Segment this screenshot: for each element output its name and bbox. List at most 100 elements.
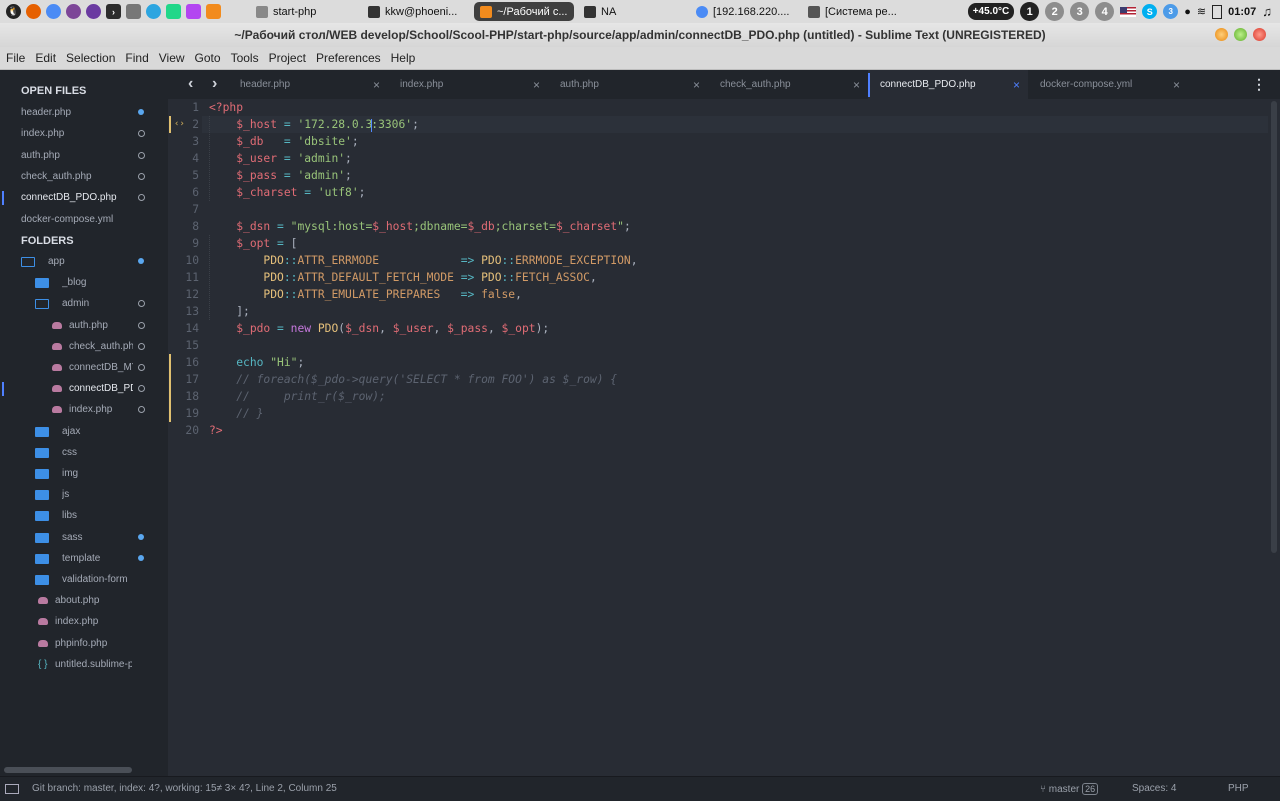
- tab-close-icon[interactable]: ×: [853, 78, 860, 92]
- tab-auth-php[interactable]: auth.php ×: [548, 70, 708, 99]
- tree-item-libs[interactable]: libs: [0, 507, 168, 525]
- tree-item-phpinfo-php[interactable]: phpinfo.php: [0, 635, 168, 653]
- tab-close-icon[interactable]: ×: [373, 78, 380, 92]
- menu-project[interactable]: Project: [264, 51, 311, 65]
- tree-item-blog[interactable]: _blog: [0, 274, 168, 292]
- tree-item-untitled-sublime-project[interactable]: { } untitled.sublime-project: [0, 656, 168, 674]
- open-file-header-php[interactable]: header.php: [0, 104, 168, 122]
- code-line: $_pdo = new PDO($_dsn, $_user, $_pass, $…: [209, 320, 549, 337]
- tree-item-css[interactable]: css: [0, 444, 168, 462]
- tab-index-php[interactable]: index.php ×: [388, 70, 548, 99]
- menu-edit[interactable]: Edit: [30, 51, 61, 65]
- workspace-3[interactable]: 3: [1070, 2, 1090, 21]
- line-number: 14: [185, 322, 199, 335]
- workspace-1[interactable]: 1: [1020, 2, 1040, 21]
- tree-item-index-php[interactable]: index.php: [0, 401, 168, 419]
- syntax-status[interactable]: PHP: [1228, 783, 1249, 794]
- chrome-icon[interactable]: [46, 4, 61, 19]
- open-file-label: index.php: [21, 128, 65, 140]
- task-browser[interactable]: [192.168.220....: [690, 2, 798, 21]
- player-icon[interactable]: [86, 4, 101, 19]
- notification-icon[interactable]: 3: [1163, 4, 1179, 19]
- open-file-connectdb-pdo-php[interactable]: connectDB_PDO.php: [0, 189, 168, 207]
- tab-close-icon[interactable]: ×: [533, 78, 540, 92]
- indent-guide: [209, 235, 210, 320]
- minimize-button[interactable]: [1215, 28, 1228, 41]
- tree-item-admin[interactable]: admin: [0, 295, 168, 313]
- tab-check-auth-php[interactable]: check_auth.php ×: [708, 70, 868, 99]
- music-icon[interactable]: ♫: [1262, 4, 1272, 19]
- tab-close-icon[interactable]: ×: [1173, 78, 1180, 92]
- user-icon[interactable]: ●: [1184, 6, 1191, 18]
- tor-browser-icon[interactable]: [66, 4, 81, 19]
- open-file-docker-compose-yml[interactable]: docker-compose.yml: [0, 211, 168, 229]
- task-terminal[interactable]: kkw@phoeni...: [362, 2, 470, 21]
- open-file-check-auth-php[interactable]: check_auth.php: [0, 168, 168, 186]
- task-start-php[interactable]: start-php: [250, 2, 358, 21]
- task-na[interactable]: NA: [578, 2, 686, 21]
- tree-item-sass[interactable]: sass: [0, 529, 168, 547]
- tab-connectdb-pdo-php[interactable]: connectDB_PDO.php ×: [868, 70, 1028, 99]
- tab-next-arrow-icon[interactable]: ›: [212, 75, 217, 93]
- terminal-icon[interactable]: ›: [106, 4, 121, 19]
- task-system-monitor[interactable]: [Система ре...: [802, 2, 910, 21]
- tab-docker-compose-yml[interactable]: docker-compose.yml ×: [1028, 70, 1188, 99]
- phpstorm-icon[interactable]: [186, 4, 201, 19]
- open-file-index-php[interactable]: index.php: [0, 125, 168, 143]
- tree-item-check-auth-php[interactable]: check_auth.php: [0, 338, 168, 356]
- tree-item-ajax[interactable]: ajax: [0, 423, 168, 441]
- wifi-icon[interactable]: ≋: [1197, 5, 1206, 18]
- tab-overflow-menu-icon[interactable]: ⋮: [1252, 76, 1266, 93]
- telegram-icon[interactable]: [146, 4, 161, 19]
- menu-view[interactable]: View: [154, 51, 190, 65]
- pycharm-icon[interactable]: [166, 4, 181, 19]
- menu-selection[interactable]: Selection: [61, 51, 120, 65]
- tab-header-php[interactable]: header.php ×: [228, 70, 388, 99]
- tree-item-app[interactable]: app: [0, 253, 168, 271]
- menu-help[interactable]: Help: [386, 51, 421, 65]
- close-file-icon[interactable]: [138, 151, 145, 159]
- sublime-icon[interactable]: [206, 4, 221, 19]
- tree-item-validation-form[interactable]: validation-form: [0, 571, 168, 589]
- menu-goto[interactable]: Goto: [190, 51, 226, 65]
- git-branch-status[interactable]: ⑂ master 26: [1040, 783, 1099, 795]
- tab-close-icon[interactable]: ×: [1013, 78, 1020, 92]
- tab-close-icon[interactable]: ×: [693, 78, 700, 92]
- folder-icon: [35, 447, 49, 458]
- menu-tools[interactable]: Tools: [226, 51, 264, 65]
- tree-item-index-php[interactable]: index.php: [0, 613, 168, 631]
- indentation-status[interactable]: Spaces: 4: [1132, 783, 1176, 794]
- task-sublime[interactable]: ~/Рабочий с...: [474, 2, 574, 21]
- open-file-auth-php[interactable]: auth.php: [0, 147, 168, 165]
- menu-file[interactable]: File: [0, 51, 30, 65]
- tree-item-connectdb-pdo-php[interactable]: connectDB_PDO.php: [0, 380, 168, 398]
- tree-item-template[interactable]: template: [0, 550, 168, 568]
- linux-menu-icon[interactable]: 🐧: [6, 4, 21, 19]
- close-button[interactable]: [1253, 28, 1266, 41]
- tab-prev-arrow-icon[interactable]: ‹: [188, 75, 193, 93]
- firefox-icon[interactable]: [26, 4, 41, 19]
- workspace-2[interactable]: 2: [1045, 2, 1065, 21]
- close-file-icon[interactable]: [138, 130, 145, 138]
- panel-toggle-icon[interactable]: [5, 784, 19, 794]
- workspace-4[interactable]: 4: [1095, 2, 1115, 21]
- close-file-icon[interactable]: [138, 172, 145, 180]
- sidebar-scrollbar[interactable]: [4, 767, 132, 773]
- keyboard-layout-flag-icon[interactable]: [1120, 6, 1137, 17]
- tree-item-auth-php[interactable]: auth.php: [0, 317, 168, 335]
- files-icon[interactable]: [126, 4, 141, 19]
- menu-find[interactable]: Find: [120, 51, 153, 65]
- menu-preferences[interactable]: Preferences: [311, 51, 386, 65]
- battery-icon[interactable]: [1212, 4, 1223, 19]
- tree-item-about-php[interactable]: about.php: [0, 592, 168, 610]
- tree-item-js[interactable]: js: [0, 486, 168, 504]
- maximize-button[interactable]: [1234, 28, 1247, 41]
- clock[interactable]: 01:07: [1228, 6, 1256, 18]
- tree-item-connectdb-mysqli-php[interactable]: connectDB_MYSQLI.php: [0, 359, 168, 377]
- editor-scrollbar[interactable]: [1271, 101, 1277, 553]
- code-editor[interactable]: 1 2 3 4 5 6 7 8 9 10 11 12 13 14 15 16 17 18 19 20 ‹› <?php …: [168, 99, 1280, 776]
- code-token: =>: [460, 288, 482, 301]
- close-file-icon[interactable]: [138, 194, 145, 202]
- tree-item-img[interactable]: img: [0, 465, 168, 483]
- skype-icon[interactable]: S: [1142, 4, 1158, 19]
